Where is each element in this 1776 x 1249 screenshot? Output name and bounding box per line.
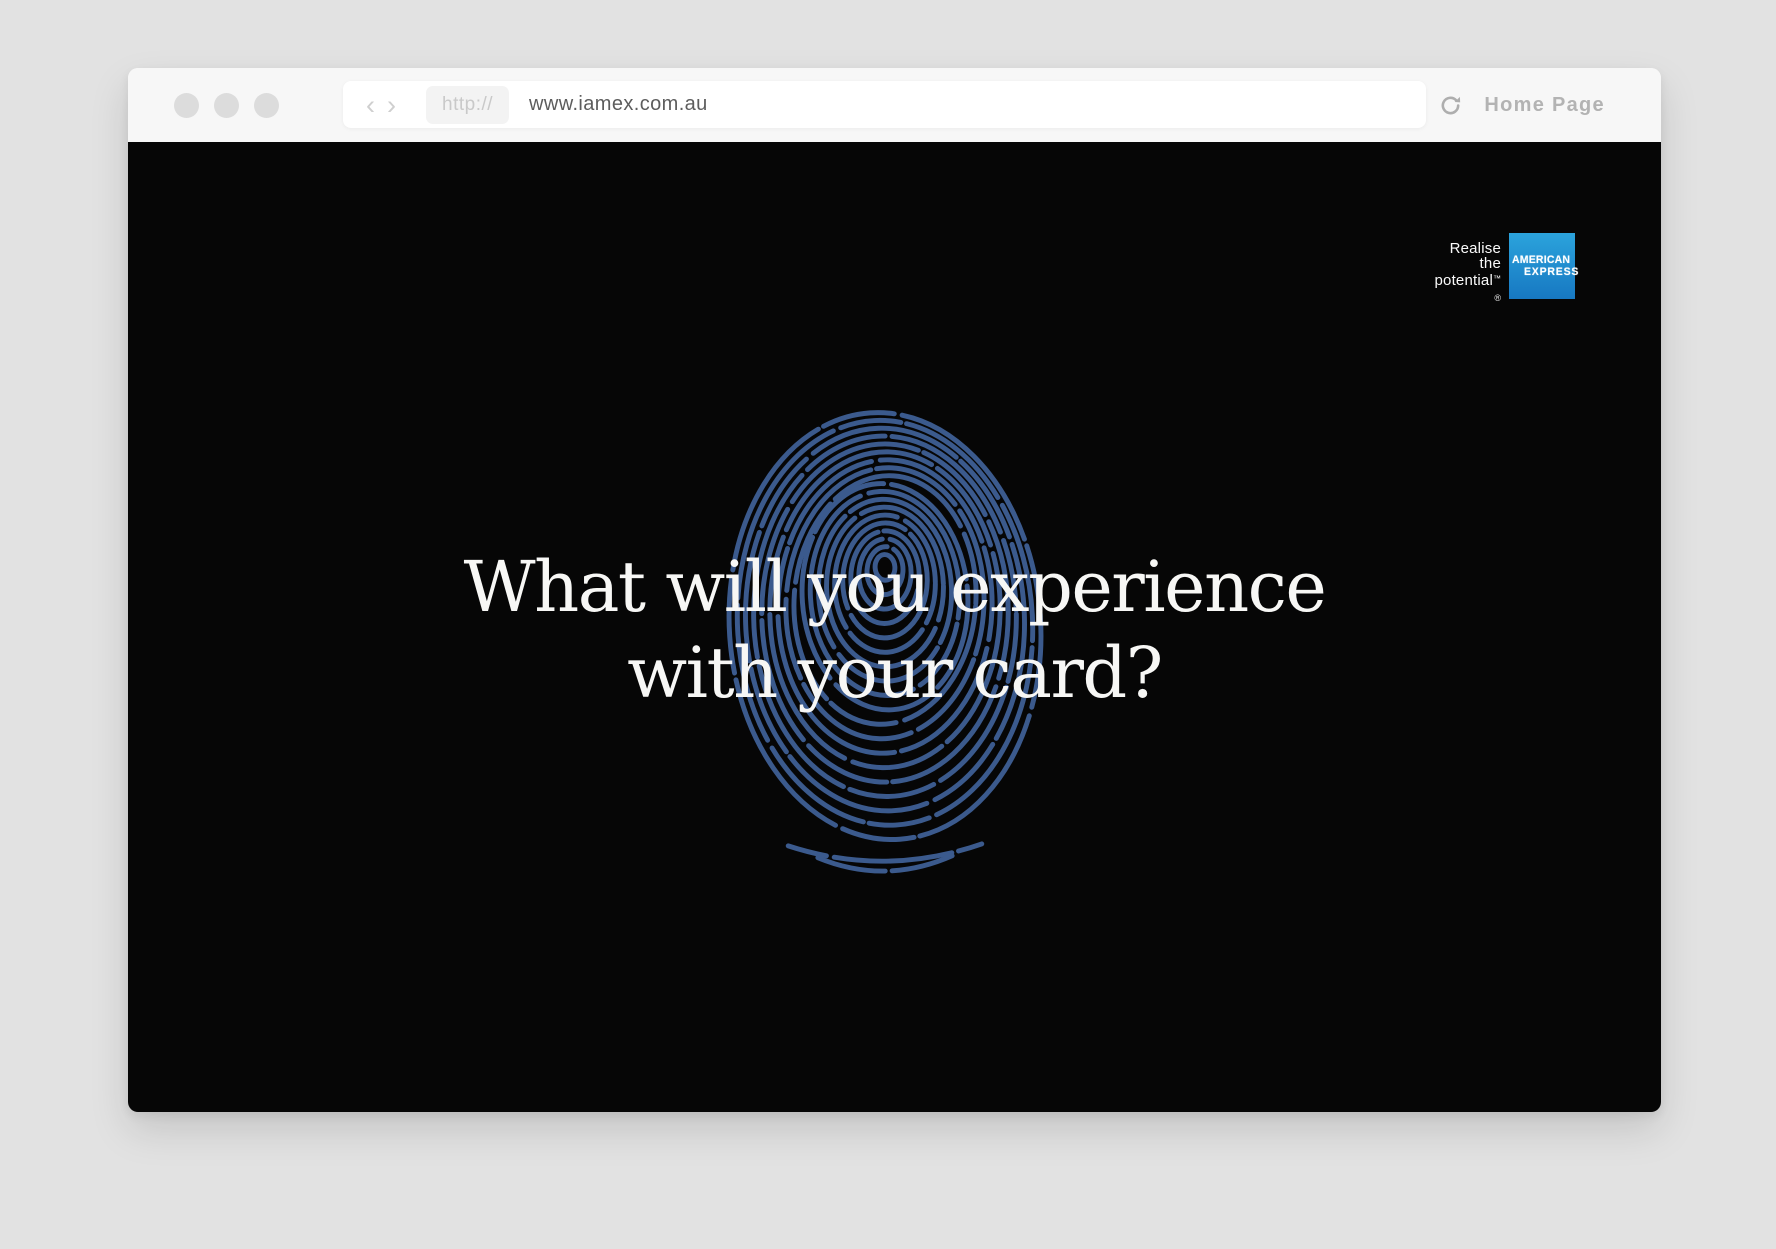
- headline-line2: with your card?: [627, 632, 1163, 714]
- trademark-symbol: ™: [1493, 274, 1501, 283]
- headline: What will you experience with your card?: [128, 544, 1661, 716]
- page-content: Realise the potential™ ® AMERICAN EXPRES…: [128, 142, 1661, 1112]
- registered-symbol: ®: [1494, 293, 1501, 303]
- tagline-line2: the: [1479, 255, 1501, 272]
- american-express-logo[interactable]: AMERICAN EXPRESS: [1509, 233, 1580, 299]
- tagline-line3-text: potential: [1434, 272, 1493, 289]
- window-control-maximize-button[interactable]: [254, 92, 279, 118]
- tagline-block: Realise the potential™ ®: [1434, 233, 1501, 303]
- amex-brand-lockup: Realise the potential™ ® AMERICAN EXPRES…: [1434, 233, 1580, 303]
- home-page-link[interactable]: Home Page: [1484, 94, 1605, 117]
- browser-chrome: ‹ › http:// www.iamex.com.au Home Page: [128, 68, 1661, 142]
- protocol-chip: http://: [426, 85, 510, 124]
- window-control-close-button[interactable]: [174, 92, 199, 118]
- headline-line1: What will you experience: [463, 546, 1327, 628]
- refresh-icon[interactable]: [1439, 94, 1462, 117]
- window-controls: [174, 68, 279, 142]
- tagline-line3: potential™: [1434, 271, 1501, 288]
- amex-logo-line2: EXPRESS: [1524, 265, 1580, 279]
- chrome-right-controls: Home Page: [1439, 68, 1605, 142]
- tagline: Realise the potential™: [1434, 241, 1501, 288]
- url-text[interactable]: www.iamex.com.au: [529, 93, 708, 116]
- browser-window: ‹ › http:// www.iamex.com.au Home Page R…: [128, 68, 1661, 1112]
- window-control-minimize-button[interactable]: [214, 92, 239, 118]
- address-bar[interactable]: ‹ › http:// www.iamex.com.au: [343, 81, 1426, 128]
- tagline-line1: Realise: [1449, 240, 1501, 257]
